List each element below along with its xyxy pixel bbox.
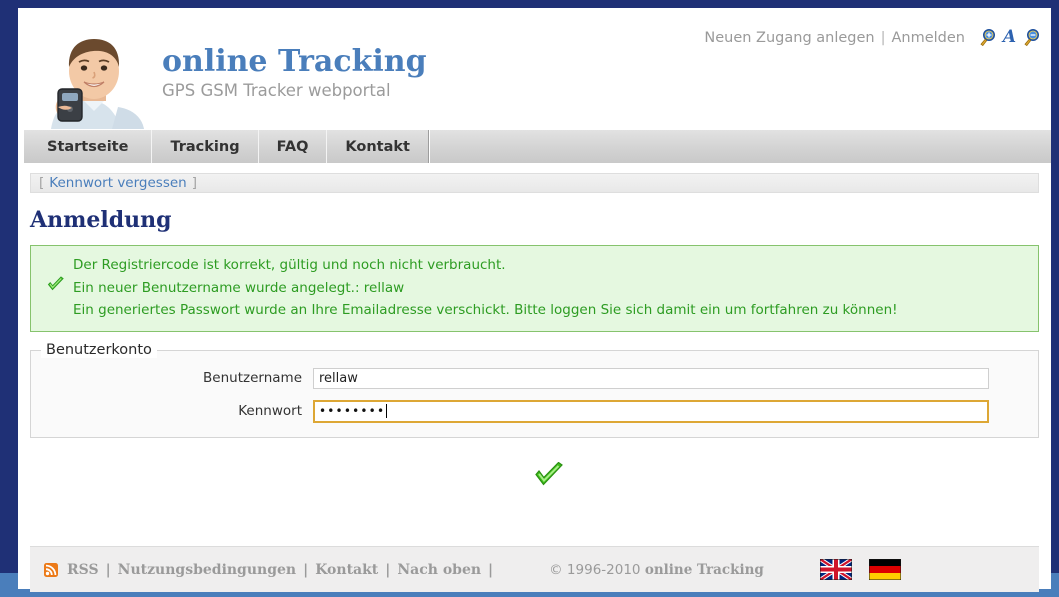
green-check-icon [47,276,65,292]
window-border-left [0,0,18,573]
nav-tab-kontakt[interactable]: Kontakt [327,130,429,163]
username-label: Benutzername [203,370,302,386]
footer-separator: | [303,561,309,578]
register-link[interactable]: Neuen Zugang anlegen [704,30,874,46]
footer-link-kontakt[interactable]: Kontakt [315,562,378,578]
flag-uk-icon[interactable] [819,559,852,580]
language-switcher [819,559,901,580]
footer-separator: | [385,561,391,578]
logo-photo [24,25,164,130]
page-body: Neuen Zugang anlegen | Anmelden A online… [18,8,1051,592]
utility-separator: | [880,29,886,46]
brand: online Tracking GPS GSM Tracker webporta… [162,47,427,100]
fieldset-legend: Benutzerkonto [41,341,157,358]
footer-link-nutzungsbedingungen[interactable]: Nutzungsbedingungen [118,562,296,578]
username-input[interactable] [313,367,989,389]
password-row: Kennwort •••••••• [31,399,1038,423]
breadcrumb-open-bracket: [ [39,175,45,191]
forgot-password-link[interactable]: Kennwort vergessen [49,175,186,191]
breadcrumb-close-bracket: ] [191,175,198,191]
zoom-in-icon[interactable] [978,28,997,47]
success-message-line: Ein neuer Benutzername wurde angelegt.: … [73,279,405,296]
page-title: Anmeldung [30,207,172,233]
copyright-brand: online Tracking [644,561,764,578]
window-border-top [0,0,1059,8]
brand-tagline: GPS GSM Tracker webportal [162,81,391,100]
nav-filler [428,130,1051,163]
password-masked-value: •••••••• [319,404,386,418]
footer-link-rss[interactable]: RSS [67,562,99,578]
success-message-line: Der Registriercode ist korrekt, gültig u… [73,257,506,273]
zoom-out-icon[interactable] [1022,28,1041,47]
nav-tab-tracking[interactable]: Tracking [152,130,259,163]
font-size-icon[interactable]: A [1000,28,1019,47]
site-footer: RSS | Nutzungsbedingungen | Kontakt | Na… [30,546,1039,592]
nav-tab-faq[interactable]: FAQ [259,130,328,163]
footer-separator: | [488,561,494,578]
footer-links: RSS | Nutzungsbedingungen | Kontakt | Na… [44,562,493,578]
copyright: © 1996-2010 online Tracking [549,562,764,578]
site-header: Neuen Zugang anlegen | Anmelden A online… [18,8,1051,130]
footer-separator: | [105,561,111,578]
password-input[interactable]: •••••••• [313,399,989,423]
submit-button[interactable] [534,461,564,488]
main-content: [ Kennwort vergessen ] Anmeldung Der Reg… [18,163,1051,592]
utility-bar: Neuen Zugang anlegen | Anmelden A [704,28,1041,47]
window-border-right [1051,0,1059,573]
nav-tab-startseite[interactable]: Startseite [24,130,153,163]
username-row: Benutzername [31,367,1038,389]
main-navigation: Startseite Tracking FAQ Kontakt [24,130,1051,163]
window-border-right-accent [1051,573,1059,589]
password-label: Kennwort [238,403,302,419]
text-size-controls: A [978,28,1041,47]
account-fieldset: Benutzerkonto Benutzername Kennwort ••••… [30,341,1039,438]
browser-window: Neuen Zugang anlegen | Anmelden A online… [0,0,1059,597]
brand-title: online Tracking [162,44,427,79]
breadcrumb: [ Kennwort vergessen ] [30,173,1039,193]
text-caret [386,404,388,418]
submit-row [18,461,1051,488]
success-message-box: Der Registriercode ist korrekt, gültig u… [30,245,1039,332]
copyright-prefix: © 1996-2010 [549,561,645,578]
login-link[interactable]: Anmelden [892,30,966,46]
window-border-left-accent [0,573,18,589]
flag-de-icon[interactable] [868,559,901,580]
footer-link-nach-oben[interactable]: Nach oben [397,562,481,578]
rss-icon[interactable] [44,562,58,577]
success-message-line: Ein generiertes Passwort wurde an Ihre E… [73,302,898,318]
